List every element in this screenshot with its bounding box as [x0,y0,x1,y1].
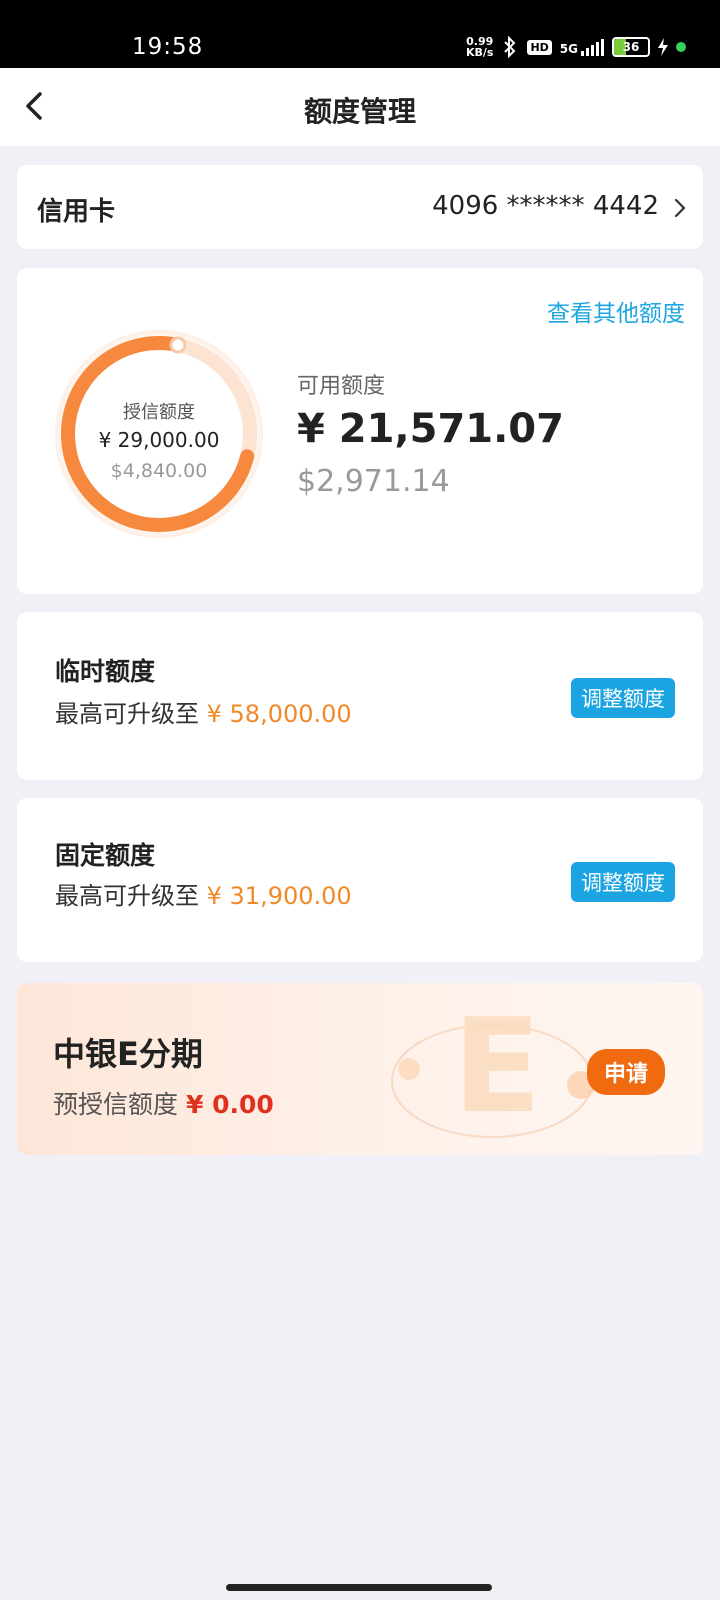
installment-amount: ¥ 0.00 [185,1090,274,1119]
temporary-quota-card: 临时额度 最高可升级至 ¥ 58,000.00 调整额度 [17,612,703,780]
credit-limit-amount: ¥ 29,000.00 [98,428,220,452]
adjust-temporary-quota-button[interactable]: 调整额度 [571,678,675,718]
status-icons: 0.99 KB/s HD 5G 36 [466,36,686,58]
fixed-quota-card: 固定额度 最高可升级至 ¥ 31,900.00 调整额度 [17,798,703,962]
adjust-fixed-quota-button[interactable]: 调整额度 [571,862,675,902]
net-speed: 0.99 KB/s [465,35,494,59]
page-title: 额度管理 [303,95,416,128]
credit-card-label: 信用卡 [37,197,116,227]
nav-bar: 额度管理 [0,68,720,146]
installment-title: 中银E分期 [53,1035,203,1073]
available-amount: ¥ 21,571.07 [297,406,564,452]
credit-limit-usd: $4,840.00 [110,460,208,482]
quota-card: 查看其他额度 授信额度 ¥ 29,000.00 $4,840.00 可用额度 ¥… [17,268,703,594]
home-indicator[interactable] [226,1584,492,1591]
installment-line: 预授信额度 ¥ 0.00 [53,1090,274,1119]
status-bar: 19:58 0.99 KB/s HD 5G 36 [0,0,720,68]
temporary-quota-title: 临时额度 [55,657,156,686]
available-label: 可用额度 [297,374,386,399]
hd-badge: HD [527,39,552,55]
temporary-quota-amount: ¥ 58,000.00 [206,700,352,728]
charging-icon [658,38,668,56]
fixed-quota-amount: ¥ 31,900.00 [206,882,352,910]
status-time: 19:58 [132,34,204,60]
signal-icon: 5G [560,38,604,56]
chevron-right-icon [674,198,686,218]
credit-card-number: 4096 ****** 4442 [432,191,659,221]
fixed-quota-title: 固定额度 [55,841,156,870]
temporary-quota-line: 最高可升级至 ¥ 58,000.00 [55,700,352,728]
e-logo-decoration: E [391,990,595,1142]
privacy-dot [676,42,686,52]
available-usd: $2,971.14 [297,464,450,499]
apply-button[interactable]: 申请 [586,1049,665,1095]
svg-text:E: E [453,990,542,1142]
bluetooth-icon [504,36,516,58]
view-other-quota-link[interactable]: 查看其他额度 [547,294,685,328]
fixed-quota-line: 最高可升级至 ¥ 31,900.00 [55,882,352,910]
ring-center: 授信额度 ¥ 29,000.00 $4,840.00 [53,328,265,540]
installment-card[interactable]: E 中银E分期 预授信额度 ¥ 0.00 申请 [17,983,703,1155]
battery-icon: 36 [612,37,650,57]
credit-card-selector[interactable]: 信用卡 4096 ****** 4442 [17,165,703,249]
credit-limit-label: 授信额度 [123,402,195,423]
